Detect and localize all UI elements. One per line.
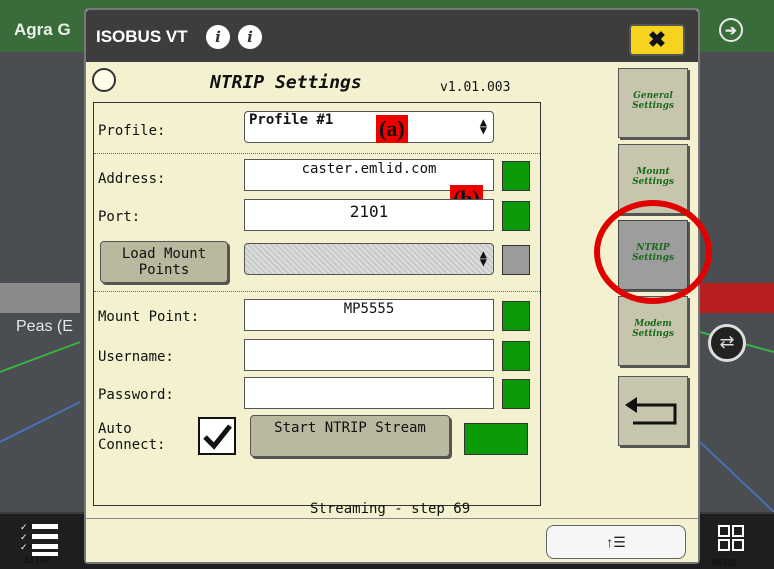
setup-label: SETUP [24,556,52,566]
checkmark-icon [203,424,232,450]
svg-text:✓: ✓ [20,532,28,542]
return-arrow-icon [625,397,677,425]
mount-points-select[interactable]: ▲ ▼ [244,243,494,275]
mount-point-field[interactable]: MP5555 [244,299,494,331]
steering-icon[interactable]: ⇄ [708,324,746,362]
highlight-circle [594,200,712,304]
port-field[interactable]: 2101 [244,199,494,231]
password-label: Password: [98,387,174,403]
settings-panel: Profile: Profile #1 ▲ ▼ (a) Address: cast… [93,102,541,506]
port-status-indicator [502,201,530,231]
profile-label: Profile: [98,123,166,139]
page-title: NTRIP Settings [210,72,362,93]
arrow-right-icon[interactable]: ➔ [719,18,743,42]
version-label: v1.01.003 [440,80,511,95]
svg-text:✓: ✓ [20,522,28,532]
dialog-titlebar: ISOBUS VT i i ✖ [86,10,698,62]
address-status-indicator [502,161,530,191]
annotation-a: (a) [376,115,408,143]
list-up-icon: ↑☰ [606,534,626,550]
menu-button[interactable]: MENU [704,518,760,569]
background-crop-label: Peas (E [16,318,73,335]
background-app-label: Agra G [14,20,71,39]
username-field[interactable] [244,339,494,371]
background-swath-right [700,283,774,313]
mount-point-label: Mount Point: [98,309,200,325]
divider [94,291,540,292]
back-button[interactable] [618,376,688,446]
auto-connect-label: Auto Connect: [98,421,166,453]
auto-connect-checkbox[interactable] [198,417,236,455]
soft-key-list-button[interactable]: ↑☰ [546,525,686,559]
tab-general-settings[interactable]: General Settings [618,68,688,138]
divider [94,153,540,154]
start-ntrip-stream-button[interactable]: Start NTRIP Stream [250,415,450,457]
background-swath-left [0,283,80,313]
mount-points-status-indicator [502,245,530,275]
up-down-arrow-icon: ▲ ▼ [479,247,487,269]
menu-label: MENU [712,558,737,569]
setup-button[interactable]: ✓ ✓ ✓ SETUP [10,518,72,566]
mount-point-status-indicator [502,301,530,331]
profile-select[interactable]: Profile #1 ▲ ▼ [244,111,494,143]
up-down-arrow-icon: ▲ ▼ [479,115,487,137]
ntrip-content: NTRIP Settings v1.01.003 Profile: Profil… [90,64,610,517]
username-label: Username: [98,349,174,365]
close-button[interactable]: ✖ [629,24,685,56]
stream-status-indicator [464,423,528,455]
password-status-indicator [502,379,530,409]
dialog-footer: ↑☰ [86,518,698,562]
setup-list-icon: ✓ ✓ ✓ [20,522,58,556]
address-label: Address: [98,171,166,187]
profile-value: Profile #1 [249,112,334,128]
menu-grid-icon [718,525,744,551]
username-status-indicator [502,341,530,371]
info-detail-icon[interactable]: i [238,25,262,49]
svg-text:✓: ✓ [20,542,28,552]
stream-status-text: Streaming - step 69 [310,501,471,517]
info-icon[interactable]: i [206,25,230,49]
load-mount-points-button[interactable]: Load Mount Points [100,241,228,283]
password-field[interactable] [244,377,494,409]
tab-modem-settings[interactable]: Modem Settings [618,296,688,366]
globe-logo-icon [92,68,116,92]
port-label: Port: [98,209,141,225]
dialog-title: ISOBUS VT [96,27,188,46]
